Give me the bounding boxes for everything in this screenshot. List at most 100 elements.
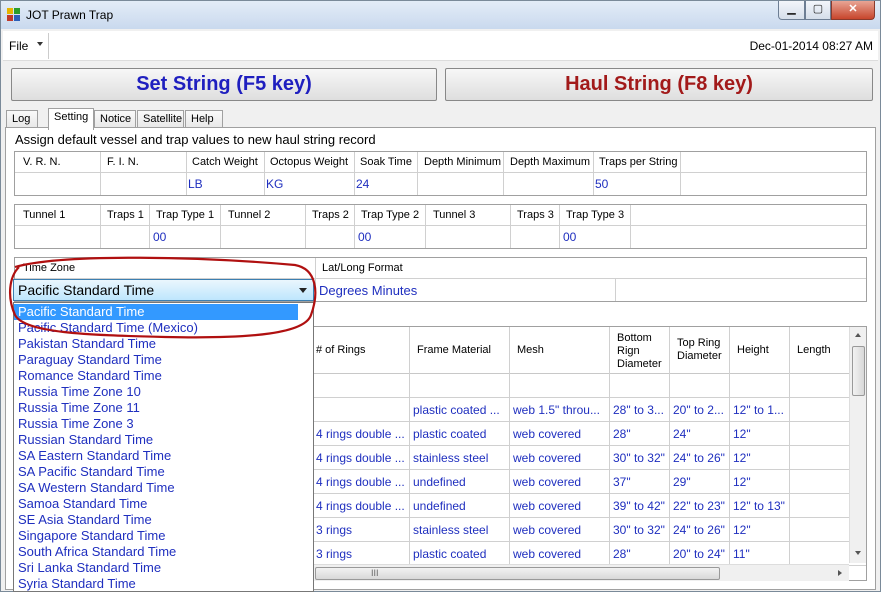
haul-string-button[interactable]: Haul String (F8 key) bbox=[445, 68, 873, 101]
header-frame-material: Frame Material bbox=[417, 344, 491, 356]
timezone-option[interactable]: Syria Standard Time bbox=[14, 576, 298, 591]
table-cell[interactable]: 29" bbox=[673, 475, 727, 489]
table-cell[interactable]: 12" to 13" bbox=[733, 499, 787, 513]
minimize-button[interactable]: ▁ bbox=[778, 1, 805, 20]
timezone-option[interactable]: SA Eastern Standard Time bbox=[14, 448, 298, 464]
table-cell[interactable]: 20" to 2... bbox=[673, 403, 727, 417]
table-cell[interactable]: 39" to 42" bbox=[613, 499, 667, 513]
header-traps-per-string: Traps per String bbox=[599, 156, 678, 168]
table-cell[interactable]: 3 rings bbox=[316, 547, 408, 561]
table-cell[interactable]: 3 rings bbox=[316, 523, 408, 537]
table-cell[interactable]: 11" bbox=[733, 547, 787, 561]
header-rings: # of Rings bbox=[316, 344, 366, 356]
table-cell[interactable]: plastic coated ... bbox=[413, 403, 507, 417]
table-cell[interactable]: 28" to 3... bbox=[613, 403, 667, 417]
header-tunnel-1: Tunnel 1 bbox=[23, 209, 66, 221]
timezone-option[interactable]: Pakistan Standard Time bbox=[14, 336, 298, 352]
table-cell[interactable]: web covered bbox=[513, 427, 607, 441]
timezone-option[interactable]: Russia Time Zone 3 bbox=[14, 416, 298, 432]
table-cell[interactable]: 22" to 23" bbox=[673, 499, 727, 513]
table-cell[interactable]: 30" to 32" bbox=[613, 451, 667, 465]
header-catch-weight: Catch Weight bbox=[192, 156, 258, 168]
set-string-button[interactable]: Set String (F5 key) bbox=[11, 68, 437, 101]
header-mesh: Mesh bbox=[517, 344, 544, 356]
chevron-down-icon[interactable] bbox=[299, 288, 307, 293]
table-cell[interactable]: 12" bbox=[733, 523, 787, 537]
scroll-down-icon[interactable] bbox=[855, 551, 861, 555]
table-cell[interactable]: 37" bbox=[613, 475, 667, 489]
maximize-button[interactable]: ▢ bbox=[805, 1, 831, 20]
table-cell[interactable]: stainless steel bbox=[413, 451, 507, 465]
table-cell[interactable]: 28" bbox=[613, 547, 667, 561]
table-cell[interactable]: stainless steel bbox=[413, 523, 507, 537]
timezone-option[interactable]: Paraguay Standard Time bbox=[14, 352, 298, 368]
table-cell[interactable]: web 1.5" throu... bbox=[513, 403, 607, 417]
table-cell[interactable]: web covered bbox=[513, 499, 607, 513]
header-trap-type-2: Trap Type 2 bbox=[361, 209, 420, 221]
timezone-option[interactable]: SA Western Standard Time bbox=[14, 480, 298, 496]
table-cell[interactable]: 12" to 1... bbox=[733, 403, 787, 417]
timezone-option[interactable]: SE Asia Standard Time bbox=[14, 512, 298, 528]
table-cell[interactable]: 12" bbox=[733, 475, 787, 489]
menu-bar: File Dec-01-2014 08:27 AM bbox=[3, 31, 878, 61]
vertical-scrollbar[interactable] bbox=[849, 327, 866, 563]
header-trap-type-3: Trap Type 3 bbox=[566, 209, 625, 221]
close-button[interactable]: ✕ bbox=[831, 1, 875, 20]
file-menu[interactable]: File bbox=[9, 39, 28, 53]
table-cell[interactable]: 20" to 24" bbox=[673, 547, 727, 561]
table-cell[interactable]: 4 rings double ... bbox=[316, 499, 408, 513]
datetime-display: Dec-01-2014 08:27 AM bbox=[749, 39, 873, 53]
timezone-option[interactable]: South Africa Standard Time bbox=[14, 544, 298, 560]
table-cell[interactable]: 30" to 32" bbox=[613, 523, 667, 537]
timezone-option[interactable]: Pacific Standard Time bbox=[14, 304, 298, 320]
table-cell[interactable]: undefined bbox=[413, 499, 507, 513]
table-cell[interactable]: 24" to 26" bbox=[673, 451, 727, 465]
table-cell[interactable]: 4 rings double ... bbox=[316, 475, 408, 489]
scroll-right-icon[interactable] bbox=[838, 570, 842, 576]
timezone-option[interactable]: Pacific Standard Time (Mexico) bbox=[14, 320, 298, 336]
timezone-option[interactable]: Sri Lanka Standard Time bbox=[14, 560, 298, 576]
soak-time-cell[interactable]: 24 bbox=[356, 177, 369, 191]
timezone-option[interactable]: Russia Time Zone 11 bbox=[14, 400, 298, 416]
timezone-option[interactable]: Russian Standard Time bbox=[14, 432, 298, 448]
trap-type-2-cell[interactable]: 00 bbox=[358, 230, 371, 244]
app-icon bbox=[7, 8, 21, 22]
lat-long-format-cell[interactable]: Degrees Minutes bbox=[319, 283, 417, 298]
title-bar: JOT Prawn Trap ▁ ▢ ✕ bbox=[1, 1, 880, 29]
scroll-up-icon[interactable] bbox=[855, 333, 861, 337]
timezone-option[interactable]: Singapore Standard Time bbox=[14, 528, 298, 544]
horizontal-scrollbar[interactable]: III bbox=[313, 564, 849, 581]
horizontal-scroll-thumb[interactable]: III bbox=[315, 567, 720, 580]
timezone-selected-value: Pacific Standard Time bbox=[18, 282, 155, 298]
trap-type-1-cell[interactable]: 00 bbox=[153, 230, 166, 244]
table-cell[interactable]: 28" bbox=[613, 427, 667, 441]
vertical-scroll-thumb[interactable] bbox=[852, 346, 865, 396]
table-cell[interactable]: 24" bbox=[673, 427, 727, 441]
table-cell[interactable]: undefined bbox=[413, 475, 507, 489]
header-depth-maximum: Depth Maximum bbox=[510, 156, 591, 168]
timezone-option[interactable]: SA Pacific Standard Time bbox=[14, 464, 298, 480]
timezone-option[interactable]: Romance Standard Time bbox=[14, 368, 298, 384]
table-cell[interactable]: web covered bbox=[513, 451, 607, 465]
table-cell[interactable]: 12" bbox=[733, 427, 787, 441]
table-cell[interactable]: web covered bbox=[513, 475, 607, 489]
timezone-option[interactable]: Samoa Standard Time bbox=[14, 496, 298, 512]
trap-type-3-cell[interactable]: 00 bbox=[563, 230, 576, 244]
octopus-weight-cell[interactable]: KG bbox=[266, 177, 283, 191]
timezone-option[interactable]: Russia Time Zone 10 bbox=[14, 384, 298, 400]
table-cell[interactable]: 12" bbox=[733, 451, 787, 465]
table-cell[interactable]: plastic coated bbox=[413, 427, 507, 441]
table-cell[interactable]: 4 rings double ... bbox=[316, 427, 408, 441]
header-top-ring-diameter: Top Ring Diameter bbox=[677, 337, 722, 362]
table-cell[interactable]: web covered bbox=[513, 523, 607, 537]
catch-weight-cell[interactable]: LB bbox=[188, 177, 203, 191]
timezone-combobox[interactable]: Pacific Standard Time bbox=[13, 279, 314, 301]
table-cell[interactable]: 24" to 26" bbox=[673, 523, 727, 537]
traps-per-string-cell[interactable]: 50 bbox=[595, 177, 608, 191]
table-cell[interactable]: 4 rings double ... bbox=[316, 451, 408, 465]
table-cell[interactable]: web covered bbox=[513, 547, 607, 561]
chevron-down-icon bbox=[37, 42, 43, 46]
table-cell[interactable]: plastic coated bbox=[413, 547, 507, 561]
header-fin: F. I. N. bbox=[107, 156, 139, 168]
tab-setting[interactable]: Setting bbox=[48, 108, 94, 130]
